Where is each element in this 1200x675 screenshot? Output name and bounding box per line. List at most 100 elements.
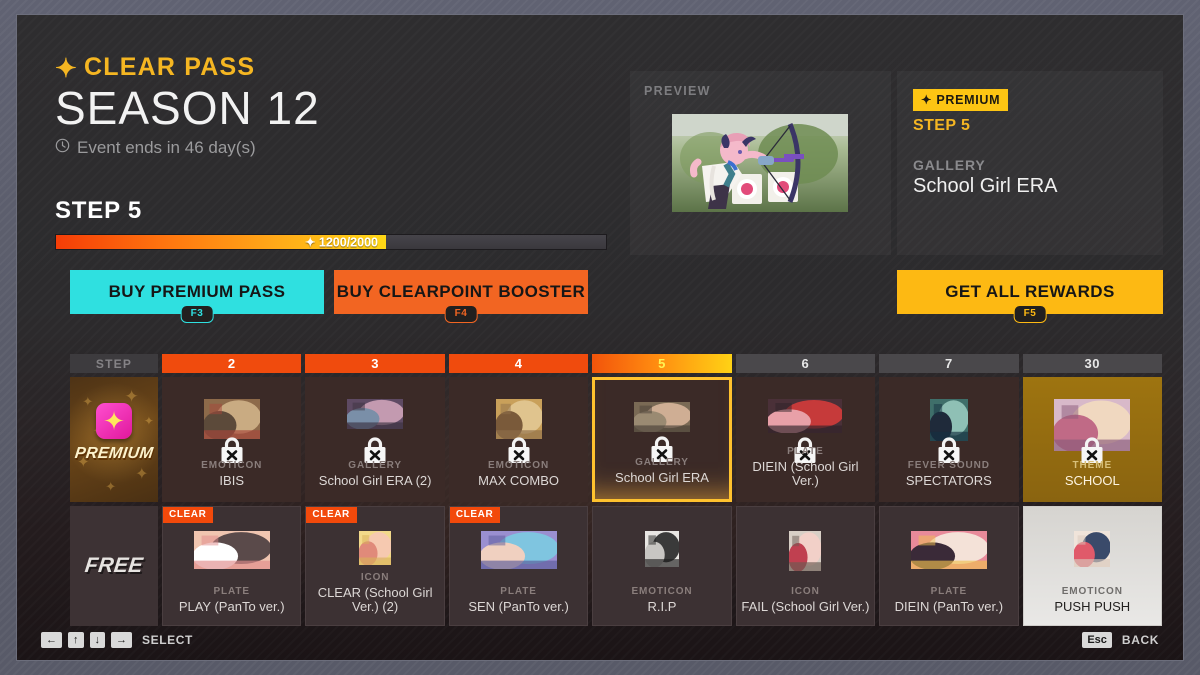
card-labels: PLATE DIEIN (PanTo ver.) xyxy=(884,586,1013,614)
arrow-left-key[interactable]: ← xyxy=(41,632,62,648)
step-header-5[interactable]: 7 xyxy=(879,354,1019,373)
card-name: FAIL (School Girl Ver.) xyxy=(741,599,870,614)
esc-key[interactable]: Esc xyxy=(1082,632,1112,648)
free-card-2[interactable]: CLEAR PLATE SEN (PanTo ver.) xyxy=(448,506,589,626)
buy-clearpoint-booster-keycap: F4 xyxy=(444,305,478,323)
card-name: IBIS xyxy=(219,473,244,488)
card-category: PLATE xyxy=(930,586,968,597)
bottom-hint-bar: ← ↑ ↓ → SELECT Esc BACK xyxy=(17,620,1183,660)
clear-pass-title: ✦ CLEAR PASS xyxy=(55,53,615,82)
school-girl-era-thumb xyxy=(633,402,690,432)
progress-fill: ✦ 1200/2000 xyxy=(56,235,386,250)
card-name: School Girl ERA (2) xyxy=(318,473,432,488)
premium-card-1[interactable]: GALLERY School Girl ERA (2) xyxy=(305,377,445,502)
card-labels: EMOTICON R.I.P xyxy=(597,586,726,614)
grid-step-header: STEP xyxy=(70,354,158,373)
card-category: ICON xyxy=(791,586,820,597)
card-name: PLAY (PanTo ver.) xyxy=(178,599,285,614)
premium-card-4[interactable]: PLATE DIEIN (School Girl Ver.) xyxy=(735,377,876,502)
card-labels: PLATE PLAY (PanTo ver.) xyxy=(167,586,296,614)
event-countdown-label: Event ends in 46 day(s) xyxy=(77,137,256,157)
card-labels: GALLERY School Girl ERA (2) xyxy=(309,460,440,488)
clock-icon xyxy=(55,138,70,158)
ibis-thumb xyxy=(203,399,260,439)
free-card-6[interactable]: EMOTICON PUSH PUSH xyxy=(1022,506,1162,626)
free-row-label-text: FREE xyxy=(83,554,145,577)
fail-school-girl-thumb xyxy=(789,531,822,571)
premium-card-2[interactable]: EMOTICON MAX COMBO xyxy=(448,377,589,502)
card-name: SCHOOL xyxy=(1064,473,1120,488)
get-all-rewards-keycap: F5 xyxy=(1013,305,1047,323)
card-labels: ICON CLEAR (School Girl Ver.) (2) xyxy=(310,572,439,614)
card-category: PLATE xyxy=(787,446,824,457)
premium-badge: ✦ PREMIUM xyxy=(913,89,1009,111)
back-hint: Esc BACK xyxy=(1082,632,1159,648)
buy-clearpoint-booster-button[interactable]: BUY CLEARPOINT BOOSTER F4 xyxy=(334,270,588,323)
premium-card-6[interactable]: THEME SCHOOL xyxy=(1022,377,1162,502)
free-card-5[interactable]: PLATE DIEIN (PanTo ver.) xyxy=(879,506,1019,626)
push-push-thumb xyxy=(1074,531,1111,567)
clear-school-girl-thumb xyxy=(359,531,392,565)
select-hint: ← ↑ ↓ → SELECT xyxy=(41,632,193,648)
step-header-2[interactable]: 4 xyxy=(448,354,589,373)
card-labels: GALLERY School Girl ERA xyxy=(599,457,724,485)
card-labels: EMOTICON MAX COMBO xyxy=(453,460,584,488)
get-all-rewards-label: GET ALL REWARDS xyxy=(945,282,1115,301)
reward-category-label: GALLERY xyxy=(913,157,986,173)
card-labels: PLATE SEN (PanTo ver.) xyxy=(454,586,583,614)
card-labels: ICON FAIL (School Girl Ver.) xyxy=(741,586,870,614)
step-header-6[interactable]: 30 xyxy=(1022,354,1162,373)
play-panto-thumb xyxy=(193,531,270,569)
card-name: DIEIN (PanTo ver.) xyxy=(894,599,1004,614)
free-card-0[interactable]: CLEAR PLATE PLAY (PanTo ver.) xyxy=(162,506,302,626)
arrow-up-key[interactable]: ↑ xyxy=(68,632,84,648)
free-card-1[interactable]: CLEAR ICON CLEAR (School Girl Ver.) (2) xyxy=(305,506,445,626)
free-card-4[interactable]: ICON FAIL (School Girl Ver.) xyxy=(735,506,876,626)
get-all-rewards-button[interactable]: GET ALL REWARDS F5 xyxy=(897,270,1163,323)
clear-pass-label: CLEAR PASS xyxy=(84,53,256,81)
buy-premium-pass-button[interactable]: BUY PREMIUM PASS F3 xyxy=(70,270,324,323)
reward-step-label: STEP 5 xyxy=(913,117,971,134)
buy-premium-pass-label: BUY PREMIUM PASS xyxy=(108,282,286,301)
premium-card-3[interactable]: GALLERY School Girl ERA xyxy=(592,377,732,502)
buy-clearpoint-booster-label: BUY CLEARPOINT BOOSTER xyxy=(336,282,586,301)
clear-pass-screen: ✦ CLEAR PASS SEASON 12 Event ends in 46 … xyxy=(16,14,1184,661)
diein-school-girl-thumb xyxy=(768,399,843,433)
spark-icon: ✦ xyxy=(55,52,78,83)
arrow-right-key[interactable]: → xyxy=(111,632,132,648)
premium-card-0[interactable]: EMOTICON IBIS xyxy=(162,377,302,502)
school-girl-era-2-thumb xyxy=(347,399,404,429)
step-header-3[interactable]: 5 xyxy=(592,354,732,373)
clearpoint-progress-bar: ✦ 1200/2000 xyxy=(55,234,607,250)
card-name: SEN (PanTo ver.) xyxy=(468,599,569,614)
rewards-grid: STEP 2 3 4 5 6 7 30 ✦ ✦ ✦ ✦ ✦ ✦ ✦ ✦ PREM… xyxy=(70,354,1162,626)
step-header-4[interactable]: 6 xyxy=(735,354,876,373)
preview-panel: PREVIEW xyxy=(630,71,891,255)
card-category: GALLERY xyxy=(348,460,402,471)
premium-card-5[interactable]: FEVER SOUND SPECTATORS xyxy=(879,377,1019,502)
clear-badge: CLEAR xyxy=(163,507,214,523)
season-title: SEASON 12 xyxy=(55,82,320,134)
archery-girl-preview-image xyxy=(672,114,848,212)
step-header-0[interactable]: 2 xyxy=(162,354,302,373)
card-category: EMOTICON xyxy=(488,460,550,471)
card-name: SPECTATORS xyxy=(905,473,992,488)
card-category: THEME xyxy=(1072,460,1113,471)
max-combo-thumb xyxy=(495,399,542,439)
card-category: EMOTICON xyxy=(1061,586,1123,597)
card-category: FEVER SOUND xyxy=(907,460,990,471)
page-header: ✦ CLEAR PASS SEASON 12 Event ends in 46 … xyxy=(55,53,615,158)
card-name: PUSH PUSH xyxy=(1054,599,1131,614)
select-hint-label: SELECT xyxy=(142,633,193,647)
card-name: CLEAR (School Girl Ver.) (2) xyxy=(317,585,433,614)
card-category: PLATE xyxy=(500,586,537,597)
reward-info-panel: ✦ PREMIUM STEP 5 GALLERY School Girl ERA xyxy=(897,71,1163,255)
card-labels: EMOTICON PUSH PUSH xyxy=(1028,586,1157,614)
arrow-down-key[interactable]: ↓ xyxy=(89,632,105,648)
free-card-3[interactable]: EMOTICON R.I.P xyxy=(592,506,732,626)
step-header-1[interactable]: 3 xyxy=(305,354,445,373)
rip-thumb xyxy=(644,531,679,567)
clear-badge: CLEAR xyxy=(306,507,357,523)
buy-premium-pass-keycap: F3 xyxy=(180,305,214,323)
premium-star-icon: ✦ xyxy=(96,403,132,439)
